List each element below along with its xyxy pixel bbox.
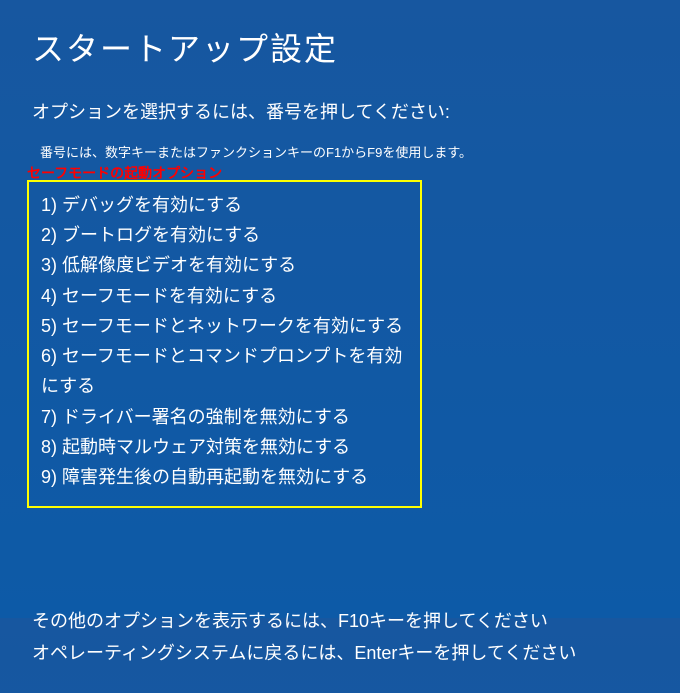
option-8[interactable]: 8) 起動時マルウェア対策を無効にする xyxy=(41,432,408,462)
sub-instruction-text: 番号には、数字キーまたはファンクションキーのF1からF9を使用します。 xyxy=(40,142,648,161)
footer-instructions: その他のオプションを表示するには、F10キーを押してください オペレーティングシ… xyxy=(32,606,648,669)
page-title: スタートアップ設定 xyxy=(32,24,648,70)
footer-enter-instruction: オペレーティングシステムに戻るには、Enterキーを押してください xyxy=(32,638,648,670)
option-1[interactable]: 1) デバッグを有効にする xyxy=(41,190,408,220)
option-4[interactable]: 4) セーフモードを有効にする xyxy=(41,281,408,311)
option-3[interactable]: 3) 低解像度ビデオを有効にする xyxy=(41,250,408,280)
annotation-label: セーフモードの起動オプション xyxy=(27,163,648,183)
option-5[interactable]: 5) セーフモードとネットワークを有効にする xyxy=(41,311,408,341)
option-9[interactable]: 9) 障害発生後の自動再起動を無効にする xyxy=(41,462,408,492)
options-highlight-box: 1) デバッグを有効にする 2) ブートログを有効にする 3) 低解像度ビデオを… xyxy=(27,180,422,508)
footer-f10-instruction: その他のオプションを表示するには、F10キーを押してください xyxy=(32,606,648,638)
option-2[interactable]: 2) ブートログを有効にする xyxy=(41,220,408,250)
option-7[interactable]: 7) ドライバー署名の強制を無効にする xyxy=(41,402,408,432)
instruction-text: オプションを選択するには、番号を押してください: xyxy=(32,98,648,124)
option-6[interactable]: 6) セーフモードとコマンドプロンプトを有効にする xyxy=(41,341,408,401)
startup-settings-screen: スタートアップ設定 オプションを選択するには、番号を押してください: 番号には、… xyxy=(0,0,680,693)
